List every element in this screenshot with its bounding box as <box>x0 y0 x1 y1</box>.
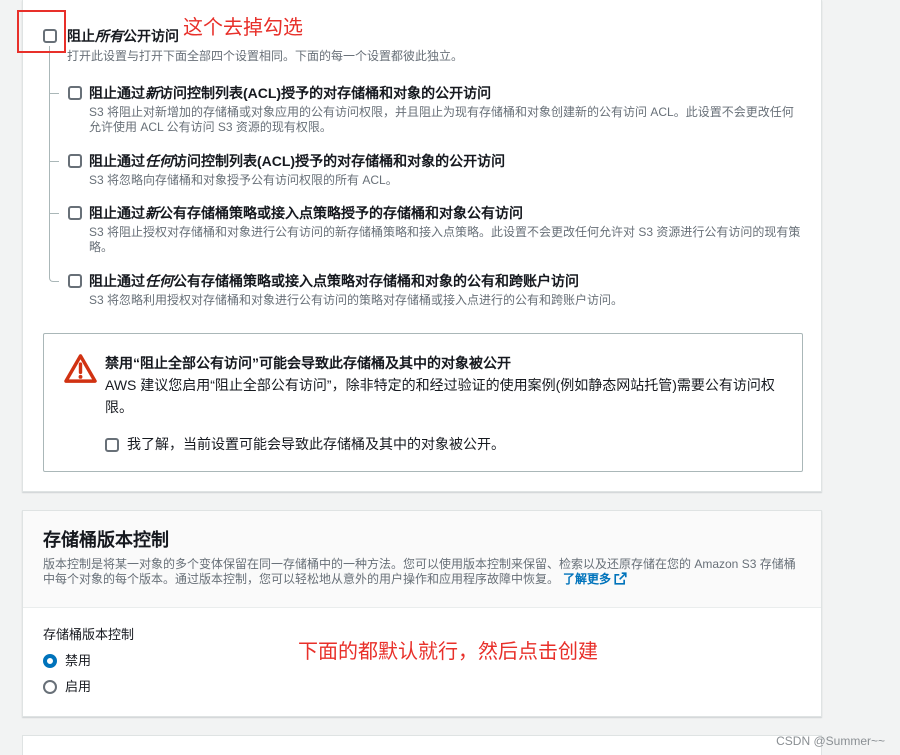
block-new-acl-description: S3 将阻止对新增加的存储桶或对象应用的公有访问权限，并且阻止为现有存储桶和对象… <box>89 105 794 134</box>
sub-setting-any-policy: 阻止通过任何公有存储桶策略或接入点策略对存储桶和对象的公有和跨账户访问 S3 将… <box>23 272 823 312</box>
label-emphasis: 所有 <box>95 28 123 44</box>
block-new-policy-checkbox[interactable] <box>68 206 82 220</box>
block-new-acl-label[interactable]: 阻止通过新访问控制列表(ACL)授予的对存储桶和对象的公开访问 <box>89 84 803 102</box>
tree-branch <box>49 213 59 214</box>
radio-label[interactable]: 禁用 <box>65 652 91 670</box>
radio-button[interactable] <box>43 680 57 694</box>
label-emphasis: 新 <box>145 205 159 221</box>
label-emphasis: 任何 <box>145 273 173 289</box>
block-all-public-access-label[interactable]: 阻止所有公开访问 <box>67 27 179 45</box>
learn-more-link[interactable]: 了解更多 <box>563 572 611 586</box>
versioning-option-disable[interactable]: 禁用 <box>23 652 223 670</box>
block-any-acl-label[interactable]: 阻止通过任何访问控制列表(ACL)授予的对存储桶和对象的公开访问 <box>89 152 803 170</box>
tree-branch <box>49 161 59 162</box>
label-prefix: 阻止通过 <box>89 153 145 169</box>
radio-label[interactable]: 启用 <box>65 678 91 696</box>
label-emphasis: 新 <box>145 85 159 101</box>
block-any-acl-description: S3 将忽略向存储桶和对象授予公有访问权限的所有 ACL。 <box>89 173 398 187</box>
block-new-policy-label[interactable]: 阻止通过新公有存储桶策略或接入点策略授予的存储桶和对象公有访问 <box>89 204 803 222</box>
tree-branch-end <box>49 276 59 282</box>
versioning-option-enable[interactable]: 启用 <box>23 678 223 696</box>
versioning-field-label: 存储桶版本控制 <box>43 627 135 642</box>
block-any-policy-description: S3 将忽略利用授权对存储桶和对象进行公有访问的策略对存储桶或接入点进行的公有和… <box>89 293 624 307</box>
acknowledge-checkbox[interactable] <box>105 438 119 452</box>
annotation-uncheck-note: 这个去掉勾选 <box>183 17 303 39</box>
label-suffix: 公有存储桶策略或接入点策略对存储桶和对象的公有和跨账户访问 <box>173 273 579 289</box>
block-any-policy-label[interactable]: 阻止通过任何公有存储桶策略或接入点策略对存储桶和对象的公有和跨账户访问 <box>89 272 803 290</box>
block-public-access-card: 阻止所有公开访问 打开此设置与打开下面全部四个设置相同。下面的每一个设置都彼此独… <box>22 0 822 492</box>
sub-setting-any-acl: 阻止通过任何访问控制列表(ACL)授予的对存储桶和对象的公开访问 S3 将忽略向… <box>23 152 823 192</box>
annotation-highlight-box <box>17 10 66 53</box>
warning-icon <box>64 352 97 385</box>
label-prefix: 阻止 <box>67 28 95 44</box>
versioning-header: 存储桶版本控制 版本控制是将某一对象的多个变体保留在同一存储桶中的一种方法。您可… <box>23 511 821 608</box>
public-access-warning: 禁用“阻止全部公有访问”可能会导致此存储桶及其中的对象被公开 AWS 建议您启用… <box>43 333 803 472</box>
label-suffix: 公有存储桶策略或接入点策略授予的存储桶和对象公有访问 <box>159 205 523 221</box>
versioning-title: 存储桶版本控制 <box>43 530 169 550</box>
versioning-description: 版本控制是将某一对象的多个变体保留在同一存储桶中的一种方法。您可以使用版本控制来… <box>43 557 801 587</box>
label-prefix: 阻止通过 <box>89 273 145 289</box>
block-all-public-access-description: 打开此设置与打开下面全部四个设置相同。下面的每一个设置都彼此独立。 <box>67 49 464 63</box>
label-suffix: 访问控制列表(ACL)授予的对存储桶和对象的公开访问 <box>159 85 492 101</box>
next-section-card <box>22 735 822 755</box>
block-any-acl-checkbox[interactable] <box>68 154 82 168</box>
label-suffix: 公开访问 <box>123 28 179 44</box>
sub-setting-new-acl: 阻止通过新访问控制列表(ACL)授予的对存储桶和对象的公开访问 S3 将阻止对新… <box>23 84 823 134</box>
label-prefix: 阻止通过 <box>89 85 145 101</box>
label-emphasis: 任何 <box>145 153 173 169</box>
label-suffix: 访问控制列表(ACL)授予的对存储桶和对象的公开访问 <box>173 153 506 169</box>
block-new-acl-checkbox[interactable] <box>68 86 82 100</box>
block-any-policy-checkbox[interactable] <box>68 274 82 288</box>
versioning-description-text: 版本控制是将某一对象的多个变体保留在同一存储桶中的一种方法。您可以使用版本控制来… <box>43 557 796 586</box>
acknowledge-label[interactable]: 我了解，当前设置可能会导致此存储桶及其中的对象被公开。 <box>127 435 505 453</box>
annotation-defaults-note: 下面的都默认就行，然后点击创建 <box>298 641 598 663</box>
radio-button[interactable] <box>43 654 57 668</box>
warning-title: 禁用“阻止全部公有访问”可能会导致此存储桶及其中的对象被公开 <box>105 355 511 371</box>
sub-setting-new-policy: 阻止通过新公有存储桶策略或接入点策略授予的存储桶和对象公有访问 S3 将阻止授权… <box>23 204 823 254</box>
bucket-versioning-card: 存储桶版本控制 版本控制是将某一对象的多个变体保留在同一存储桶中的一种方法。您可… <box>22 510 822 717</box>
block-new-policy-description: S3 将阻止授权对存储桶和对象进行公有访问的新存储桶策略和接入点策略。此设置不会… <box>89 225 801 254</box>
tree-branch <box>49 93 59 94</box>
watermark: CSDN @Summer~~ <box>776 734 885 748</box>
label-prefix: 阻止通过 <box>89 205 145 221</box>
external-link-icon[interactable] <box>614 572 627 585</box>
warning-message: AWS 建议您启用“阻止全部公有访问”，除非特定的和经过验证的使用案例(例如静态… <box>105 377 775 415</box>
